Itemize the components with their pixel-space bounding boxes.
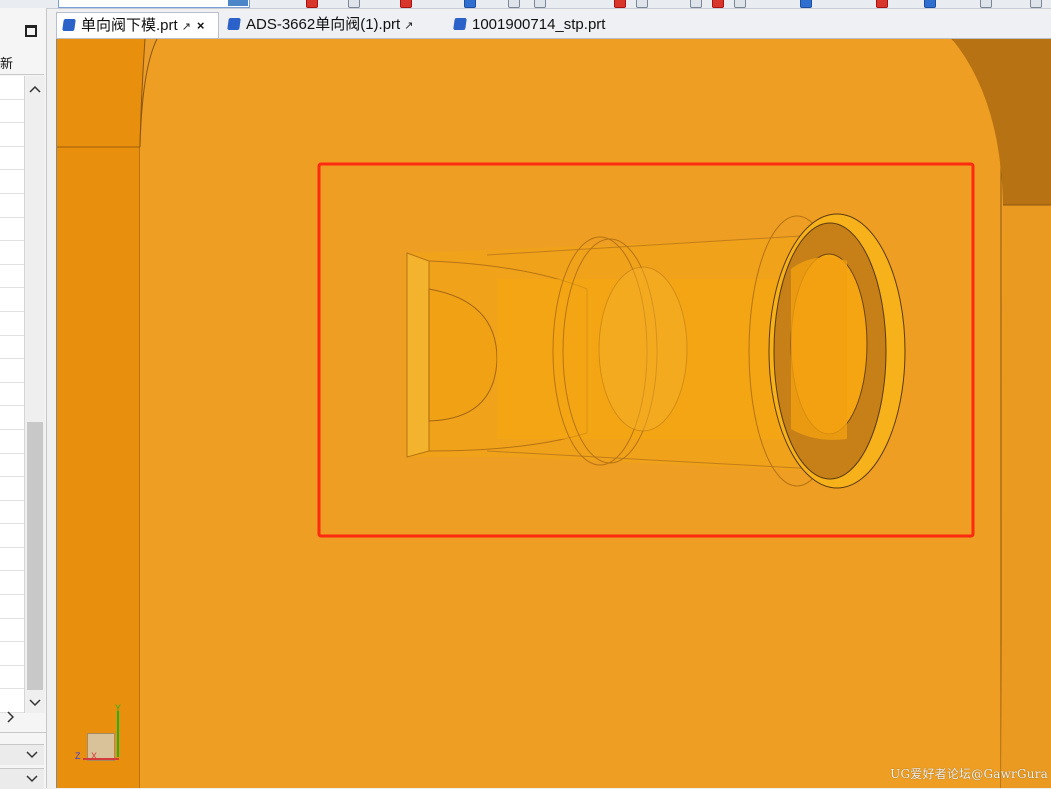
list-item[interactable] [0, 193, 24, 218]
list-item[interactable] [0, 571, 24, 596]
watermark-text: UG爱好者论坛@GawrGura [890, 767, 1048, 781]
list-item[interactable] [0, 618, 24, 643]
list-item[interactable] [0, 359, 24, 383]
list-item[interactable] [0, 429, 24, 454]
expand-chevron-icon[interactable] [6, 710, 15, 726]
tab-part-2[interactable]: ADS-3662单向阀(1).prt ↗ [222, 12, 413, 38]
list-item[interactable] [0, 665, 24, 690]
list-item[interactable] [0, 547, 24, 572]
tab-part-3[interactable]: 1001900714_stp.prt [448, 12, 605, 38]
part-icon [453, 18, 467, 30]
toolbar-tool-icon[interactable] [508, 0, 520, 8]
list-item[interactable] [0, 335, 24, 360]
preview-dropdown[interactable] [0, 768, 44, 789]
toolbar-tool-icon[interactable] [1030, 0, 1042, 8]
list-item[interactable] [0, 288, 24, 312]
view-triad[interactable]: Y Z X [75, 703, 129, 771]
details-dropdown[interactable] [0, 744, 44, 765]
tab-part-1[interactable]: 单向阀下模.prt ↗ × [56, 12, 219, 38]
toolbar-tool-icon[interactable] [924, 0, 936, 8]
list-item[interactable] [0, 642, 24, 666]
mold-right-face [1001, 205, 1051, 788]
list-item[interactable] [0, 477, 24, 501]
mold-left-face [57, 39, 145, 788]
document-tab-bar: 单向阀下模.prt ↗ × ADS-3662单向阀(1).prt ↗ 10019007… [56, 12, 1051, 39]
list-item[interactable] [0, 311, 24, 336]
navigator-column-header[interactable]: 新 [0, 54, 44, 75]
chevron-down-icon [26, 746, 38, 762]
toolbar-tool-icon[interactable] [800, 0, 812, 8]
toolbar-tool-icon[interactable] [980, 0, 992, 8]
toolbar-tool-icon[interactable] [400, 0, 412, 8]
tab-label: ADS-3662单向阀(1).prt [246, 16, 401, 33]
list-item[interactable] [0, 123, 24, 147]
part-icon [227, 18, 241, 30]
toolbar-tool-icon[interactable] [734, 0, 746, 8]
list-item[interactable] [0, 406, 24, 430]
top-toolbar [0, 0, 1051, 9]
part-icon [62, 19, 76, 31]
combo-dropdown-button[interactable] [228, 0, 248, 6]
toolbar-tool-icon[interactable] [636, 0, 648, 8]
toolbar-tool-icon[interactable] [464, 0, 476, 8]
z-axis-label: Z [75, 751, 81, 761]
list-item[interactable] [0, 524, 24, 548]
list-item[interactable] [0, 453, 24, 478]
graphics-viewport[interactable]: Y Z X UG爱好者论坛@GawrGura [56, 39, 1051, 788]
list-item[interactable] [0, 264, 24, 289]
valve-cavity [406, 213, 906, 489]
toolbar-tool-icon[interactable] [690, 0, 702, 8]
maximize-icon[interactable] [25, 25, 37, 37]
popout-icon[interactable]: ↗ [182, 21, 191, 33]
x-axis [83, 758, 119, 760]
scroll-down-icon[interactable] [25, 694, 45, 710]
list-item[interactable] [0, 500, 24, 525]
list-item[interactable] [0, 76, 24, 100]
part-navigator-panel: 新 [0, 8, 47, 789]
toolbar-tool-icon[interactable] [306, 0, 318, 8]
list-item[interactable] [0, 170, 24, 194]
popout-icon[interactable]: ↗ [404, 20, 413, 32]
list-item[interactable] [0, 217, 24, 242]
filter-combobox[interactable] [58, 0, 250, 8]
toolbar-tool-icon[interactable] [348, 0, 360, 8]
list-item[interactable] [0, 99, 24, 124]
scroll-up-icon[interactable] [25, 80, 45, 96]
panel-divider [0, 732, 46, 733]
column-header-text: 新 [0, 56, 14, 71]
tab-label: 单向阀下模.prt [81, 17, 178, 34]
tab-label: 1001900714_stp.prt [472, 16, 606, 33]
list-item[interactable] [0, 146, 24, 171]
close-icon[interactable]: × [197, 18, 205, 33]
model-view [57, 39, 1051, 788]
toolbar-tool-icon[interactable] [876, 0, 888, 8]
vertical-scrollbar[interactable] [24, 76, 45, 713]
scrollbar-thumb[interactable] [27, 422, 43, 690]
toolbar-tool-icon[interactable] [614, 0, 626, 8]
list-item[interactable] [0, 382, 24, 407]
x-axis-label: X [91, 751, 98, 761]
list-item[interactable] [0, 241, 24, 265]
y-axis-label: Y [115, 703, 122, 713]
y-axis [117, 711, 119, 757]
toolbar-tool-icon[interactable] [534, 0, 546, 8]
toolbar-tool-icon[interactable] [712, 0, 724, 8]
navigator-list [0, 76, 24, 714]
list-item[interactable] [0, 595, 24, 619]
chevron-down-icon [26, 770, 38, 786]
